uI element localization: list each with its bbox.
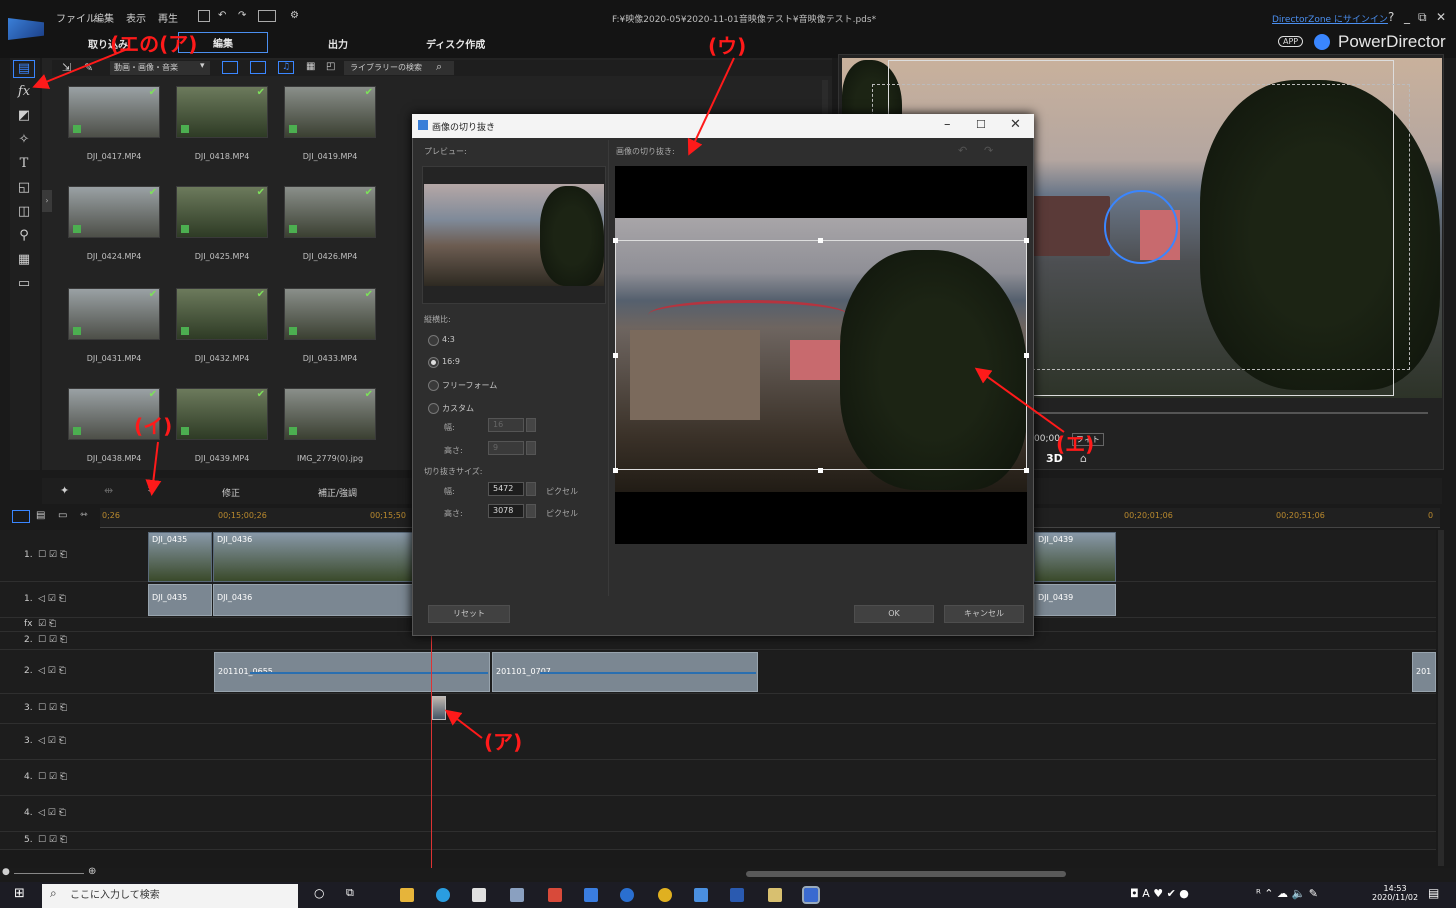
annotation-label: (エの(ア) — [110, 32, 198, 56]
annotation-arrow — [974, 367, 1065, 433]
annotation-arrows — [32, 47, 1065, 739]
annotation-label: (ア) — [484, 730, 523, 754]
annotation-label: (エ) — [1056, 432, 1095, 456]
annotation-arrow — [687, 57, 735, 156]
annotation-label: (イ) — [134, 414, 173, 438]
annotation-label: (ウ) — [708, 34, 747, 58]
annotation-arrow — [145, 441, 162, 496]
annotation-arrow — [444, 709, 483, 739]
powerdirector-window: ファイル 編集 表示 再生 ↶ ↷ ⚙ F:¥映像2020-05¥2020-11… — [0, 0, 1456, 908]
